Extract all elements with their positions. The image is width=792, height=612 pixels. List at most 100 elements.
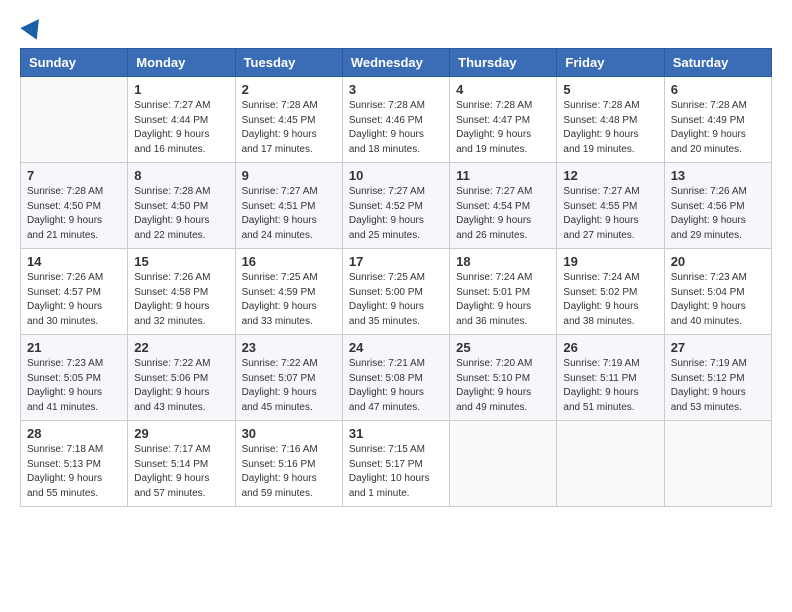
day-number: 7 <box>27 168 121 183</box>
day-number: 22 <box>134 340 228 355</box>
day-info: Sunrise: 7:19 AM Sunset: 5:11 PM Dayligh… <box>563 357 657 415</box>
calendar-week-4: 21 Sunrise: 7:23 AM Sunset: 5:05 PM Dayli… <box>21 335 772 421</box>
calendar-cell: 23Sunrise: 7:22 AM Sunset: 5:07 PM Dayli… <box>235 335 342 421</box>
calendar-cell: 5 Sunrise: 7:28 AM Sunset: 4:48 PM Daylig… <box>557 77 664 163</box>
page-header <box>20 20 772 38</box>
calendar-cell: 12 Sunrise: 7:27 AM Sunset: 4:55 PM Dayli… <box>557 163 664 249</box>
calendar-cell <box>557 421 664 507</box>
header-monday: Monday <box>128 49 235 77</box>
day-number: 6 <box>671 82 765 97</box>
day-number: 30 <box>242 426 336 441</box>
day-info: Sunrise: 7:27 AM Sunset: 4:55 PM Dayligh… <box>563 185 657 243</box>
day-number: 21 <box>27 340 121 355</box>
calendar-cell: 17 Sunrise: 7:25 AM Sunset: 5:00 PM Dayli… <box>342 249 449 335</box>
day-number: 24 <box>349 340 443 355</box>
logo <box>20 20 42 38</box>
day-info: Sunrise: 7:15 AM Sunset: 5:17 PM Dayligh… <box>349 443 443 501</box>
day-info: Sunrise: 7:20 AM Sunset: 5:10 PM Dayligh… <box>456 357 550 415</box>
day-info: Sunrise: 7:17 AM Sunset: 5:14 PM Dayligh… <box>134 443 228 501</box>
header-friday: Friday <box>557 49 664 77</box>
day-number: 17 <box>349 254 443 269</box>
day-number: 3 <box>349 82 443 97</box>
calendar-cell: 28 Sunrise: 7:18 AM Sunset: 5:13 PM Dayli… <box>21 421 128 507</box>
calendar-cell: 22 Sunrise: 7:22 AM Sunset: 5:06 PM Dayli… <box>128 335 235 421</box>
calendar-week-5: 28 Sunrise: 7:18 AM Sunset: 5:13 PM Dayli… <box>21 421 772 507</box>
calendar-cell: 30 Sunrise: 7:16 AM Sunset: 5:16 PM Dayli… <box>235 421 342 507</box>
day-info: Sunrise: 7:26 AM Sunset: 4:57 PM Dayligh… <box>27 271 121 329</box>
day-info: Sunrise: 7:21 AM Sunset: 5:08 PM Dayligh… <box>349 357 443 415</box>
calendar-week-1: 1 Sunrise: 7:27 AM Sunset: 4:44 PM Daylig… <box>21 77 772 163</box>
day-info: Sunrise: 7:27 AM Sunset: 4:54 PM Dayligh… <box>456 185 550 243</box>
day-number: 25 <box>456 340 550 355</box>
calendar-cell: 24 Sunrise: 7:21 AM Sunset: 5:08 PM Dayli… <box>342 335 449 421</box>
calendar-cell: 29 Sunrise: 7:17 AM Sunset: 5:14 PM Dayli… <box>128 421 235 507</box>
calendar-cell: 1 Sunrise: 7:27 AM Sunset: 4:44 PM Daylig… <box>128 77 235 163</box>
calendar-cell: 7 Sunrise: 7:28 AM Sunset: 4:50 PM Daylig… <box>21 163 128 249</box>
calendar-cell: 15 Sunrise: 7:26 AM Sunset: 4:58 PM Dayli… <box>128 249 235 335</box>
day-number: 2 <box>242 82 336 97</box>
calendar-cell: 19 Sunrise: 7:24 AM Sunset: 5:02 PM Dayli… <box>557 249 664 335</box>
calendar-cell: 26Sunrise: 7:19 AM Sunset: 5:11 PM Dayli… <box>557 335 664 421</box>
day-info: Sunrise: 7:16 AM Sunset: 5:16 PM Dayligh… <box>242 443 336 501</box>
day-number: 4 <box>456 82 550 97</box>
day-info: Sunrise: 7:23 AM Sunset: 5:05 PM Dayligh… <box>27 357 121 415</box>
day-number: 28 <box>27 426 121 441</box>
day-number: 19 <box>563 254 657 269</box>
calendar-cell <box>450 421 557 507</box>
calendar-cell: 2 Sunrise: 7:28 AM Sunset: 4:45 PM Daylig… <box>235 77 342 163</box>
day-info: Sunrise: 7:28 AM Sunset: 4:45 PM Dayligh… <box>242 99 336 157</box>
day-number: 23 <box>242 340 336 355</box>
day-info: Sunrise: 7:27 AM Sunset: 4:44 PM Dayligh… <box>134 99 228 157</box>
day-info: Sunrise: 7:28 AM Sunset: 4:47 PM Dayligh… <box>456 99 550 157</box>
calendar-cell: 16Sunrise: 7:25 AM Sunset: 4:59 PM Dayli… <box>235 249 342 335</box>
calendar-cell <box>664 421 771 507</box>
day-number: 27 <box>671 340 765 355</box>
day-info: Sunrise: 7:28 AM Sunset: 4:46 PM Dayligh… <box>349 99 443 157</box>
calendar-cell: 18Sunrise: 7:24 AM Sunset: 5:01 PM Dayli… <box>450 249 557 335</box>
day-number: 31 <box>349 426 443 441</box>
day-info: Sunrise: 7:27 AM Sunset: 4:51 PM Dayligh… <box>242 185 336 243</box>
day-info: Sunrise: 7:28 AM Sunset: 4:48 PM Dayligh… <box>563 99 657 157</box>
header-thursday: Thursday <box>450 49 557 77</box>
calendar-cell: 31 Sunrise: 7:15 AM Sunset: 5:17 PM Dayli… <box>342 421 449 507</box>
day-number: 8 <box>134 168 228 183</box>
day-number: 1 <box>134 82 228 97</box>
calendar-cell: 21 Sunrise: 7:23 AM Sunset: 5:05 PM Dayli… <box>21 335 128 421</box>
calendar-week-2: 7 Sunrise: 7:28 AM Sunset: 4:50 PM Daylig… <box>21 163 772 249</box>
day-info: Sunrise: 7:28 AM Sunset: 4:50 PM Dayligh… <box>27 185 121 243</box>
calendar-cell: 20Sunrise: 7:23 AM Sunset: 5:04 PM Dayli… <box>664 249 771 335</box>
day-number: 12 <box>563 168 657 183</box>
logo-icon <box>20 13 47 39</box>
day-info: Sunrise: 7:18 AM Sunset: 5:13 PM Dayligh… <box>27 443 121 501</box>
day-number: 9 <box>242 168 336 183</box>
day-number: 15 <box>134 254 228 269</box>
header-tuesday: Tuesday <box>235 49 342 77</box>
calendar-cell: 13 Sunrise: 7:26 AM Sunset: 4:56 PM Dayli… <box>664 163 771 249</box>
day-number: 13 <box>671 168 765 183</box>
day-info: Sunrise: 7:25 AM Sunset: 5:00 PM Dayligh… <box>349 271 443 329</box>
day-info: Sunrise: 7:24 AM Sunset: 5:02 PM Dayligh… <box>563 271 657 329</box>
day-info: Sunrise: 7:26 AM Sunset: 4:58 PM Dayligh… <box>134 271 228 329</box>
day-info: Sunrise: 7:25 AM Sunset: 4:59 PM Dayligh… <box>242 271 336 329</box>
calendar-cell: 11 Sunrise: 7:27 AM Sunset: 4:54 PM Dayli… <box>450 163 557 249</box>
calendar-cell: 25 Sunrise: 7:20 AM Sunset: 5:10 PM Dayli… <box>450 335 557 421</box>
day-info: Sunrise: 7:27 AM Sunset: 4:52 PM Dayligh… <box>349 185 443 243</box>
day-number: 14 <box>27 254 121 269</box>
calendar-week-3: 14 Sunrise: 7:26 AM Sunset: 4:57 PM Dayli… <box>21 249 772 335</box>
calendar-cell: 10Sunrise: 7:27 AM Sunset: 4:52 PM Dayli… <box>342 163 449 249</box>
day-info: Sunrise: 7:23 AM Sunset: 5:04 PM Dayligh… <box>671 271 765 329</box>
calendar-cell <box>21 77 128 163</box>
day-info: Sunrise: 7:26 AM Sunset: 4:56 PM Dayligh… <box>671 185 765 243</box>
calendar-table: SundayMondayTuesdayWednesdayThursdayFrid… <box>20 48 772 507</box>
calendar-cell: 6Sunrise: 7:28 AM Sunset: 4:49 PM Daylig… <box>664 77 771 163</box>
day-info: Sunrise: 7:24 AM Sunset: 5:01 PM Dayligh… <box>456 271 550 329</box>
calendar-cell: 14 Sunrise: 7:26 AM Sunset: 4:57 PM Dayli… <box>21 249 128 335</box>
day-number: 29 <box>134 426 228 441</box>
day-number: 11 <box>456 168 550 183</box>
calendar-cell: 4 Sunrise: 7:28 AM Sunset: 4:47 PM Daylig… <box>450 77 557 163</box>
day-info: Sunrise: 7:22 AM Sunset: 5:06 PM Dayligh… <box>134 357 228 415</box>
day-info: Sunrise: 7:28 AM Sunset: 4:50 PM Dayligh… <box>134 185 228 243</box>
calendar-cell: 8 Sunrise: 7:28 AM Sunset: 4:50 PM Daylig… <box>128 163 235 249</box>
calendar-cell: 9 Sunrise: 7:27 AM Sunset: 4:51 PM Daylig… <box>235 163 342 249</box>
day-number: 5 <box>563 82 657 97</box>
